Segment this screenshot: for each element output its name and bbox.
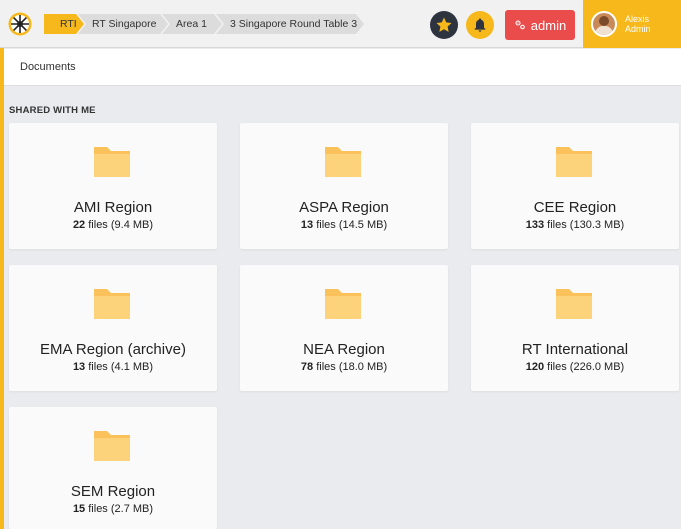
folder-icon: [94, 147, 130, 177]
file-count: 133: [525, 219, 545, 231]
notifications-button[interactable]: [466, 11, 494, 39]
folder-card[interactable]: EMA Region (archive) 13 files (4.1 MB): [9, 265, 217, 391]
folder-card[interactable]: ASPA Region 13 files (14.5 MB): [240, 123, 448, 249]
users-cog-icon: [515, 20, 525, 30]
folder-name: SEM Region: [70, 483, 156, 500]
user-menu[interactable]: Alexis Admin: [583, 0, 681, 48]
folder-name: NEA Region: [303, 341, 385, 358]
folder-meta: 15 files (2.7 MB): [9, 503, 217, 515]
folder-icon: [556, 289, 592, 319]
folder-meta: 78 files (18.0 MB): [240, 361, 448, 373]
folder-meta: 13 files (4.1 MB): [9, 361, 217, 373]
folder-name: AMI Region: [73, 199, 153, 216]
folder-name: EMA Region (archive): [40, 341, 186, 358]
file-count: 13: [72, 361, 86, 373]
round-table-logo-icon[interactable]: [8, 12, 32, 36]
file-count: 120: [525, 361, 545, 373]
folder-icon: [94, 289, 130, 319]
file-size: files (226.0 MB): [544, 361, 625, 373]
folder-meta: 120 files (226.0 MB): [471, 361, 679, 373]
file-size: files (9.4 MB): [85, 219, 154, 231]
bell-icon: [474, 18, 486, 32]
breadcrumb-rti[interactable]: RTI: [44, 14, 84, 34]
user-name: Alexis Admin: [625, 14, 651, 34]
top-bar: RTI RT Singapore Area 1 3 Singapore Roun…: [0, 0, 681, 48]
folder-name: ASPA Region: [299, 199, 389, 216]
folder-card[interactable]: RT International 120 files (226.0 MB): [471, 265, 679, 391]
folder-card[interactable]: SEM Region 15 files (2.7 MB): [9, 407, 217, 529]
file-size: files (2.7 MB): [85, 503, 154, 515]
folder-icon: [94, 431, 130, 461]
page-title: Documents: [20, 61, 76, 73]
file-count: 78: [300, 361, 314, 373]
user-first-name: Alexis: [625, 14, 650, 24]
file-size: files (18.0 MB): [313, 361, 388, 373]
breadcrumb-rt-singapore[interactable]: RT Singapore: [78, 14, 168, 34]
file-count: 15: [72, 503, 86, 515]
section-title: SHARED WITH ME: [9, 105, 96, 116]
star-icon: [436, 17, 452, 32]
folder-icon: [556, 147, 592, 177]
folder-name: RT International: [521, 341, 629, 358]
folder-meta: 133 files (130.3 MB): [471, 219, 679, 231]
user-role: Admin: [625, 24, 651, 34]
folder-meta: 22 files (9.4 MB): [9, 219, 217, 231]
folder-card[interactable]: AMI Region 22 files (9.4 MB): [9, 123, 217, 249]
file-count: 13: [300, 219, 314, 231]
favorites-button[interactable]: [430, 11, 458, 39]
folder-card[interactable]: NEA Region 78 files (18.0 MB): [240, 265, 448, 391]
breadcrumb-area-1[interactable]: Area 1: [162, 14, 222, 34]
file-size: files (14.5 MB): [313, 219, 388, 231]
folder-name: CEE Region: [533, 199, 617, 216]
folder-meta: 13 files (14.5 MB): [240, 219, 448, 231]
page-header: Documents: [4, 49, 681, 86]
folder-card[interactable]: CEE Region 133 files (130.3 MB): [471, 123, 679, 249]
avatar: [591, 11, 617, 37]
admin-button[interactable]: admin: [505, 10, 575, 40]
folder-icon: [325, 147, 361, 177]
file-size: files (4.1 MB): [85, 361, 154, 373]
breadcrumb-round-table[interactable]: 3 Singapore Round Table 3: [216, 14, 364, 34]
file-size: files (130.3 MB): [544, 219, 625, 231]
admin-label: admin: [530, 17, 567, 33]
folder-icon: [325, 289, 361, 319]
file-count: 22: [72, 219, 86, 231]
